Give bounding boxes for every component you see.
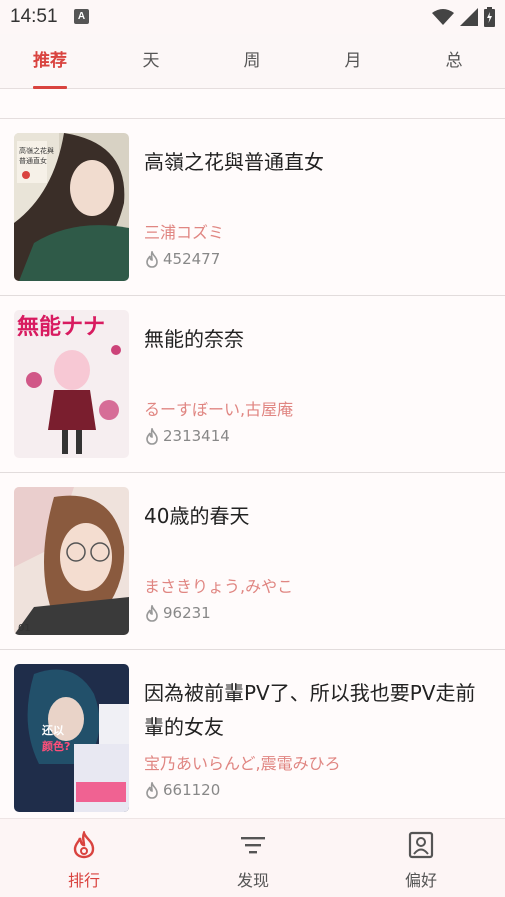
nav-label: 偏好 xyxy=(404,871,437,890)
status-time: 14:51 xyxy=(10,6,58,27)
flame-icon xyxy=(146,781,158,799)
battery-icon xyxy=(484,7,495,27)
comic-list-item[interactable]: 無能ナナ 無能的奈奈 るーすぼーい,古屋庵 2313414 xyxy=(0,296,505,473)
svg-text:無能ナナ: 無能ナナ xyxy=(17,314,105,340)
nav-label: 发现 xyxy=(236,871,269,890)
nav-discover[interactable]: 发现 xyxy=(203,819,303,897)
bottom-nav: 排行 发现 偏好 xyxy=(0,818,505,897)
flame-icon xyxy=(146,604,158,622)
comic-list-item[interactable]: 高嶺之花與 普通直女 高嶺之花與普通直女 三浦コズミ 452477 xyxy=(0,119,505,296)
tab-indicator xyxy=(33,86,67,89)
flame-icon xyxy=(146,250,158,268)
svg-text:普通直女: 普通直女 xyxy=(19,156,47,165)
comic-title: 高嶺之花與普通直女 xyxy=(144,150,324,174)
comic-author: まさきりょう,みやこ xyxy=(144,577,294,596)
hot-count: 661120 xyxy=(163,781,221,799)
tab-month[interactable]: 月 xyxy=(318,34,388,89)
tab-day[interactable]: 天 xyxy=(116,34,186,89)
comic-author: るーすぼーい,古屋庵 xyxy=(144,400,294,419)
comic-title: 因為被前輩PV了、所以我也要PV走前輩的女友 xyxy=(144,681,476,739)
comic-cover[interactable]: 無能ナナ xyxy=(14,310,129,458)
ranking-tabs: 推荐 天 周 月 总 xyxy=(0,34,505,89)
comic-hot: 2313414 xyxy=(144,427,230,445)
filter-icon xyxy=(241,837,265,854)
profile-icon xyxy=(408,831,434,859)
comic-title: 無能的奈奈 xyxy=(144,327,244,351)
comic-list-item[interactable]: 01 40歳的春天 まさきりょう,みやこ 96231 xyxy=(0,473,505,650)
comic-cover[interactable]: 01 xyxy=(14,487,129,635)
nav-preference[interactable]: 偏好 xyxy=(371,819,471,897)
comic-hot: 96231 xyxy=(144,604,211,622)
tab-recommend[interactable]: 推荐 xyxy=(15,34,85,89)
tab-week[interactable]: 周 xyxy=(217,34,287,89)
svg-text:01: 01 xyxy=(18,623,31,634)
comic-cover[interactable]: 还以 颜色? xyxy=(14,664,129,812)
tab-total[interactable]: 总 xyxy=(419,34,489,89)
comic-title: 40歳的春天 xyxy=(144,504,250,528)
svg-text:颜色?: 颜色? xyxy=(42,739,70,753)
svg-text:高嶺之花與: 高嶺之花與 xyxy=(19,146,54,155)
nav-label: 排行 xyxy=(67,871,100,890)
comic-hot: 661120 xyxy=(144,781,220,799)
signal-icon xyxy=(460,8,478,26)
comic-hot: 452477 xyxy=(144,250,220,268)
comic-author: 三浦コズミ xyxy=(144,223,225,242)
svg-text:还以: 还以 xyxy=(41,723,64,737)
wifi-icon xyxy=(432,9,454,25)
flame-icon xyxy=(73,831,95,859)
comic-list-item[interactable]: 还以 颜色? 因為被前輩PV了、所以我也要PV走前輩的女友 宝乃あいらんど,震電… xyxy=(0,650,505,827)
status-icons xyxy=(432,6,495,28)
nav-ranking[interactable]: 排行 xyxy=(34,819,134,897)
hot-count: 96231 xyxy=(163,604,211,622)
status-bar: 14:51 A xyxy=(0,0,505,34)
comic-author: 宝乃あいらんど,震電みひろ xyxy=(144,754,341,773)
comic-cover[interactable]: 高嶺之花與 普通直女 xyxy=(14,133,129,281)
flame-icon xyxy=(146,427,158,445)
hot-count: 2313414 xyxy=(163,427,230,445)
notification-icon: A xyxy=(74,9,89,24)
hot-count: 452477 xyxy=(163,250,221,268)
